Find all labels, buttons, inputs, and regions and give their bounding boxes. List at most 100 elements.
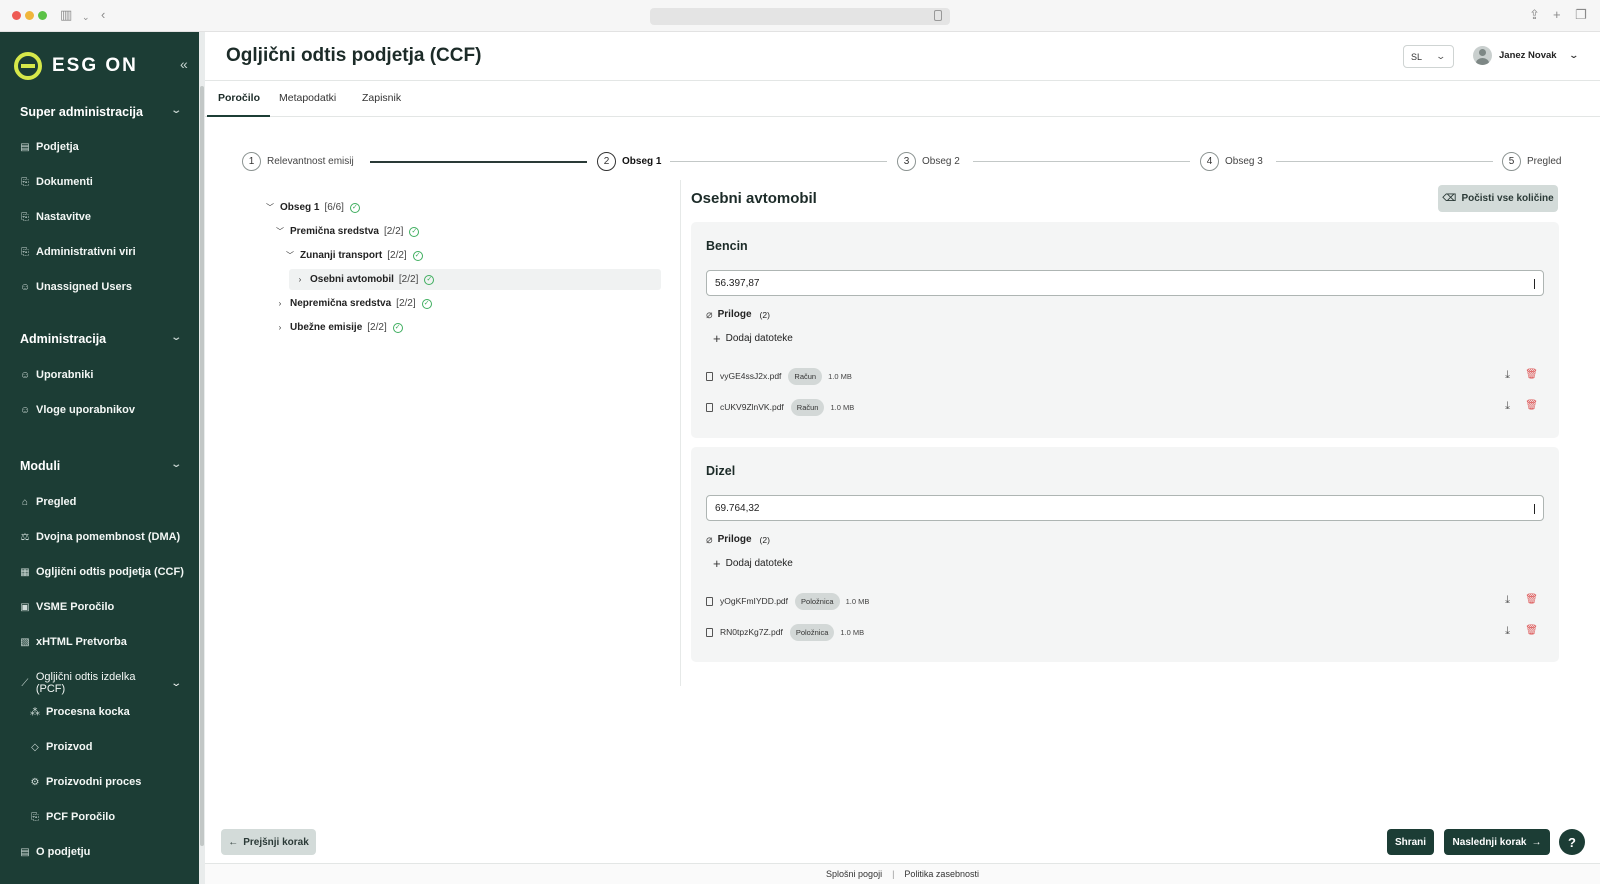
tree-node-ubezne-emisije[interactable]: › Ubežne emisije [2/2] ✓ xyxy=(274,322,403,333)
quantity-input[interactable]: 56.397,87 xyxy=(706,270,1544,296)
sidebar-item-vloge-uporabnikov[interactable]: ☺ Vloge uporabnikov xyxy=(20,404,135,416)
sidebar-scrollbar[interactable] xyxy=(199,32,205,884)
card-title: Dizel xyxy=(706,464,736,478)
tab-zapisnik[interactable]: Zapisnik xyxy=(362,92,401,104)
download-icon[interactable]: ⤓ xyxy=(1505,400,1510,413)
factory-icon: ▦ xyxy=(20,566,30,578)
scrollbar-thumb[interactable] xyxy=(200,86,204,846)
sidebar-item-label: VSME Poročilo xyxy=(36,601,115,613)
sidebar-item-pregled[interactable]: ⌂ Pregled xyxy=(20,496,76,508)
section-moduli[interactable]: Moduli ⌄ xyxy=(20,459,182,473)
step-label: Obseg 1 xyxy=(622,156,662,167)
tree-node-osebni-avtomobil[interactable]: › Osebni avtomobil [2/2] ✓ xyxy=(294,274,435,285)
next-step-button[interactable]: Naslednji korak → xyxy=(1444,829,1550,855)
address-bar[interactable] xyxy=(650,8,950,25)
step-label: Obseg 3 xyxy=(1225,156,1263,167)
close-window-icon[interactable] xyxy=(12,11,21,20)
trash-icon[interactable]: 🗑 xyxy=(1525,594,1538,605)
maximize-window-icon[interactable] xyxy=(38,11,47,20)
sidebar-item-ccf[interactable]: ▦ Ogljični odtis podjetja (CCF) xyxy=(20,566,184,578)
section-super-administracija[interactable]: Super administracija ⌄ xyxy=(20,105,182,119)
sidebar-item-uporabniki[interactable]: ☺ Uporabniki xyxy=(20,369,93,381)
sidebar-item-dma[interactable]: ⚖ Dvojna pomembnost (DMA) xyxy=(20,531,181,543)
tree-node-count: [2/2] xyxy=(398,274,419,285)
file-row: yOgKFmIYDD.pdf Položnica 1.0 MB ⤓ 🗑 xyxy=(706,590,1544,612)
step-3[interactable]: 3 Obseg 2 xyxy=(897,152,960,171)
back-arrow-icon[interactable]: ‹ xyxy=(101,7,105,23)
file-size: 1.0 MB xyxy=(840,627,865,637)
new-tab-icon[interactable]: + xyxy=(1553,7,1561,23)
trash-icon[interactable]: 🗑 xyxy=(1525,400,1538,411)
sidebar-item-pcf[interactable]: ⟋ Ogljični odtis izdelka (PCF) ⌄ xyxy=(20,671,181,695)
save-button[interactable]: Shrani xyxy=(1387,829,1434,855)
download-icon[interactable]: ⤓ xyxy=(1505,369,1510,382)
collapse-sidebar-icon[interactable]: « xyxy=(180,56,188,72)
sidebar-item-nastavitve[interactable]: ⎘ Nastavitve xyxy=(20,211,91,223)
chevron-down-icon: ⌄ xyxy=(1568,50,1579,60)
share-icon[interactable]: ⇪ xyxy=(1529,7,1540,23)
sidebar-item-procesna-kocka[interactable]: ⁂ Procesna kocka xyxy=(30,706,130,718)
step-connector xyxy=(973,161,1190,162)
language-select[interactable]: SL ⌄ xyxy=(1403,45,1454,68)
check-circle-icon: ✓ xyxy=(409,226,420,237)
download-icon[interactable]: ⤓ xyxy=(1505,594,1510,607)
section-administracija[interactable]: Administracija ⌄ xyxy=(20,332,182,346)
minimize-window-icon[interactable] xyxy=(25,11,34,20)
tree-node-count: [2/2] xyxy=(383,226,404,237)
sidebar-item-proizvod[interactable]: ◇ Proizvod xyxy=(30,741,92,753)
step-1[interactable]: 1 Relevantnost emisij xyxy=(242,152,354,171)
tree-node-zunanji-transport[interactable]: ﹀ Zunanji transport [2/2] ✓ xyxy=(284,250,423,261)
sidebar-item-label: Dokumenti xyxy=(36,176,93,188)
sidebar-toggle-icon[interactable]: ▥ xyxy=(60,7,72,23)
file-icon xyxy=(706,371,713,381)
tree-node-obseg-1[interactable]: ﹀ Obseg 1 [6/6] ✓ xyxy=(264,202,360,213)
tree-node-premicna-sredstva[interactable]: ﹀ Premična sredstva [2/2] ✓ xyxy=(274,226,420,237)
sidebar-item-dokumenti[interactable]: ⎘ Dokumenti xyxy=(20,176,93,188)
user-menu[interactable]: Janez Novak ⌄ xyxy=(1473,46,1579,65)
step-2[interactable]: 2 Obseg 1 xyxy=(597,152,661,171)
tree-node-label: Ubežne emisije xyxy=(290,322,363,333)
step-4[interactable]: 4 Obseg 3 xyxy=(1200,152,1263,171)
sidebar-item-unassigned-users[interactable]: ☺ Unassigned Users xyxy=(20,281,132,293)
logo[interactable]: ESG ON xyxy=(14,52,138,80)
chevron-down-icon: ﹀ xyxy=(266,203,274,212)
trash-icon[interactable]: 🗑 xyxy=(1525,369,1538,380)
sidebar-item-administrativni-viri[interactable]: ⎘ Administrativni viri xyxy=(20,246,136,258)
plus-icon: + xyxy=(713,330,721,346)
clear-quantities-button[interactable]: ⌫ Počisti vse količine xyxy=(1438,185,1558,212)
sidebar-item-o-podjetju[interactable]: ▤ O podjetju xyxy=(20,846,90,858)
page-header: Ogljični odtis podjetja (CCF) SL ⌄ Janez… xyxy=(205,32,1600,81)
terms-link[interactable]: Splošni pogoji xyxy=(826,869,882,879)
download-icon[interactable]: ⤓ xyxy=(1505,625,1510,638)
arrow-left-icon: ← xyxy=(228,836,239,848)
file-name[interactable]: RN0tpzKg7Z.pdf xyxy=(720,627,783,637)
avatar xyxy=(1473,46,1492,65)
sidebar-item-xhtml[interactable]: ▧ xHTML Pretvorba xyxy=(20,636,127,648)
add-files-button[interactable]: + Dodaj datoteke xyxy=(713,557,793,570)
sidebar-item-label: Nastavitve xyxy=(36,211,92,223)
button-label: Počisti vse količine xyxy=(1461,193,1554,204)
sidebar-item-label: Unassigned Users xyxy=(36,281,132,293)
sidebar-item-podjetja[interactable]: ▤ Podjetja xyxy=(20,141,79,153)
quantity-input[interactable]: 69.764,32 xyxy=(706,495,1544,521)
sidebar-item-proizvodni-proces[interactable]: ⚙ Proizvodni proces xyxy=(30,776,142,788)
tab-porocilo[interactable]: Poročilo xyxy=(218,92,260,104)
previous-step-button[interactable]: ← Prejšnji korak xyxy=(221,829,316,855)
tree-node-nepremicna-sredstva[interactable]: › Nepremična sredstva [2/2] ✓ xyxy=(274,298,432,309)
file-name[interactable]: yOgKFmIYDD.pdf xyxy=(720,596,788,606)
text-cursor xyxy=(1534,504,1535,514)
help-button[interactable]: ? xyxy=(1559,829,1585,855)
step-5[interactable]: 5 Pregled xyxy=(1502,152,1561,171)
privacy-link[interactable]: Politika zasebnosti xyxy=(904,869,979,879)
sidebar-item-pcf-porocilo[interactable]: ⎘ PCF Poročilo xyxy=(30,811,115,823)
trash-icon[interactable]: 🗑 xyxy=(1525,625,1538,636)
file-name[interactable]: vyGE4ssJ2x.pdf xyxy=(720,371,781,381)
add-files-button[interactable]: + Dodaj datoteke xyxy=(713,330,793,346)
tab-metapodatki[interactable]: Metapodatki xyxy=(279,92,336,104)
chevron-down-icon[interactable]: ⌄ xyxy=(82,9,90,25)
sidebar-item-vsme[interactable]: ▣ VSME Poročilo xyxy=(20,601,114,613)
tabs-overview-icon[interactable]: ❐ xyxy=(1575,7,1587,23)
shield-icon xyxy=(934,10,942,21)
file-name[interactable]: cUKV9ZlnVK.pdf xyxy=(720,402,784,412)
section-label: Administracija xyxy=(20,332,107,346)
